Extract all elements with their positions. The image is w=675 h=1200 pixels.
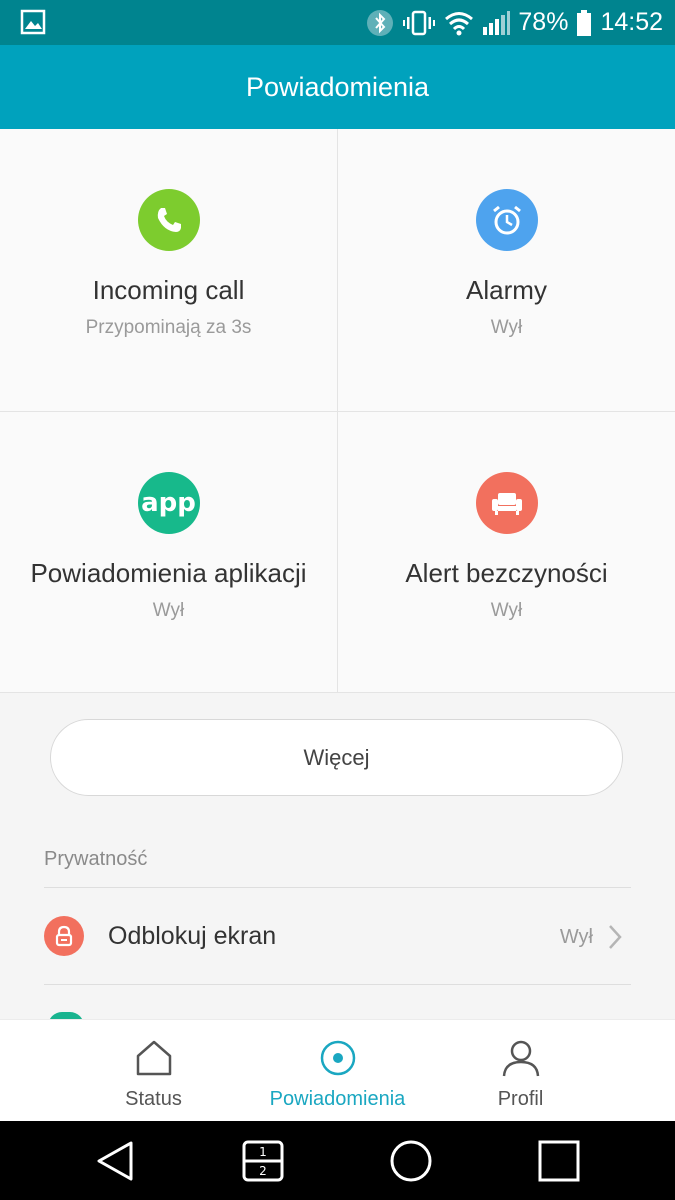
system-navigation-bar: 1 2 — [0, 1121, 675, 1200]
divider — [0, 692, 675, 693]
notification-dot-icon — [320, 1040, 355, 1076]
person-icon — [502, 1040, 539, 1077]
nav-tab-profile[interactable]: Profil — [408, 1020, 633, 1122]
bottom-navigation: Status Powiadomienia Profil — [0, 1019, 675, 1121]
home-circle-icon[interactable] — [389, 1139, 433, 1183]
back-icon[interactable] — [93, 1139, 137, 1183]
signal-icon — [483, 10, 511, 35]
dual-window-icon[interactable]: 1 2 — [241, 1139, 285, 1183]
nav-label: Profil — [497, 1088, 544, 1110]
svg-text:2: 2 — [259, 1164, 267, 1178]
sofa-icon — [475, 472, 538, 534]
list-item-value: Wył — [559, 926, 593, 948]
app-icon: app — [137, 472, 200, 534]
tile-alarms[interactable]: Alarmy Wył — [338, 129, 675, 411]
bluetooth-icon — [367, 9, 394, 36]
divider — [44, 984, 631, 985]
list-item-label: Odblokuj ekran — [108, 922, 277, 950]
tile-title: Powiadomienia aplikacji — [30, 558, 307, 588]
tile-app-notifications[interactable]: app Powiadomienia aplikacji Wył — [0, 412, 337, 694]
tile-title: Alarmy — [466, 275, 547, 305]
more-button[interactable]: Więcej — [50, 719, 623, 796]
battery-icon — [577, 9, 592, 36]
notification-grid: Incoming call Przypominają za 3s Alarmy … — [0, 129, 675, 693]
page-title: Powiadomienia — [0, 45, 675, 129]
tile-incoming-call[interactable]: Incoming call Przypominają za 3s — [0, 129, 337, 411]
battery-percent: 78% — [518, 8, 569, 36]
section-label-privacy: Prywatność — [44, 848, 148, 870]
tile-subtitle: Przypominają za 3s — [85, 317, 252, 338]
tile-subtitle: Wył — [490, 317, 523, 338]
phone-icon — [137, 189, 200, 251]
tile-title: Alert bezczyności — [405, 558, 608, 588]
recents-icon[interactable] — [537, 1139, 581, 1183]
vibrate-icon — [403, 10, 436, 35]
list-item-unlock-screen[interactable]: Odblokuj ekran Wył — [0, 888, 675, 984]
tile-idle-alert[interactable]: Alert bezczyności Wył — [338, 412, 675, 694]
tile-subtitle: Wył — [490, 600, 523, 621]
wifi-icon — [445, 11, 474, 35]
tile-title: Incoming call — [92, 275, 245, 305]
clock: 14:52 — [600, 8, 663, 36]
lock-icon — [44, 916, 84, 956]
tile-subtitle: Wył — [152, 600, 185, 621]
divider — [0, 411, 675, 412]
status-bar: 78% 14:52 — [0, 0, 675, 45]
chevron-right-icon — [609, 925, 622, 949]
home-icon — [136, 1040, 171, 1076]
svg-text:1: 1 — [259, 1145, 267, 1159]
alarm-clock-icon — [475, 189, 538, 251]
image-icon — [20, 9, 46, 35]
